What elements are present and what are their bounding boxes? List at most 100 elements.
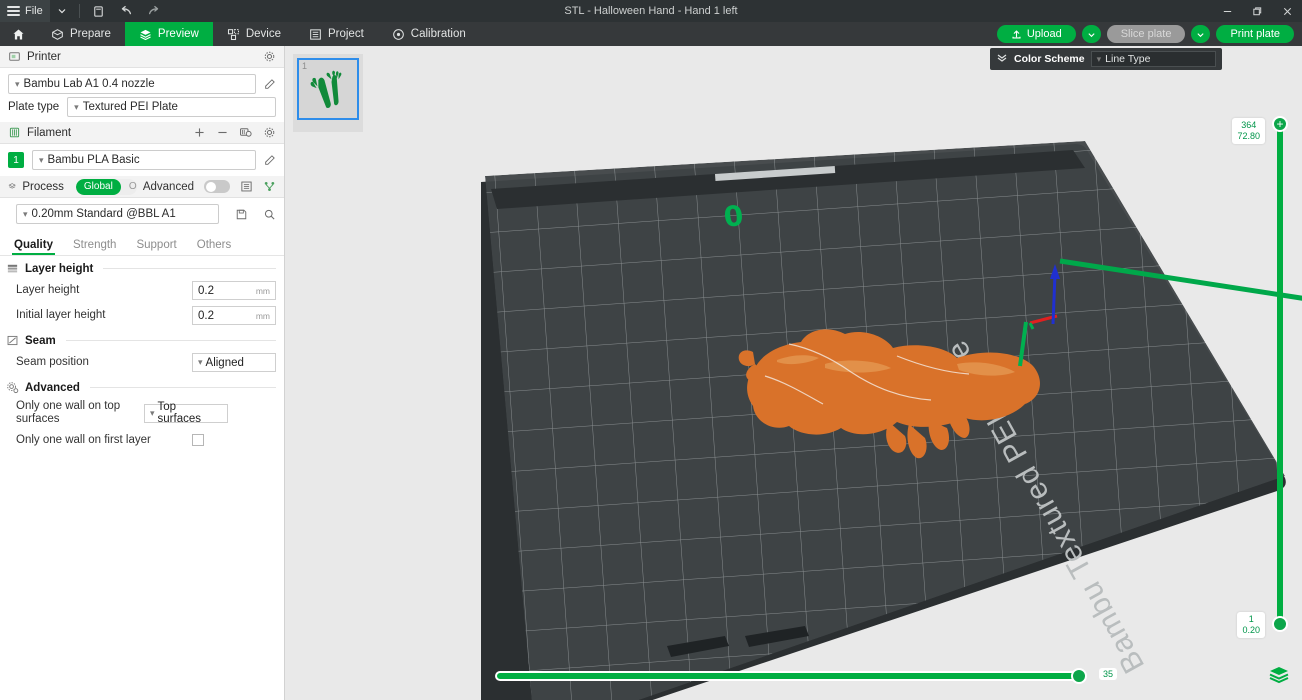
device-icon [227, 28, 240, 41]
tab-home[interactable] [0, 22, 37, 46]
process-tab-strength-label: Strength [73, 239, 116, 251]
plate-thumbnail-preview [299, 60, 357, 118]
plate-type-value: Textured PEI Plate [83, 101, 178, 113]
chevron-down-icon: ▾ [15, 80, 20, 89]
tab-project[interactable]: Project [295, 22, 378, 46]
filament-select[interactable]: ▾ Bambu PLA Basic [32, 150, 256, 170]
tab-device-label: Device [246, 28, 281, 40]
layer-height-icon [6, 262, 19, 275]
preset-list-button[interactable] [240, 180, 253, 193]
tab-prepare[interactable]: Prepare [37, 22, 125, 46]
group-divider [103, 268, 276, 269]
process-tabs: Quality Strength Support Others [0, 230, 284, 256]
setting-select-seam-position[interactable]: ▾ Aligned [192, 353, 276, 372]
print-plate-button[interactable]: Print plate [1216, 25, 1294, 43]
scope-objects-pill[interactable]: Objects [121, 179, 137, 195]
printer-icon [8, 50, 21, 63]
upload-label: Upload [1027, 28, 1062, 40]
moves-slider-track[interactable] [495, 671, 1085, 681]
printer-section-header: Printer [0, 46, 284, 68]
group-title-advanced: Advanced [25, 382, 80, 394]
filament-edit-button[interactable] [264, 154, 276, 166]
maximize-button[interactable] [1242, 0, 1272, 22]
tab-calibration[interactable]: Calibration [378, 22, 480, 46]
remove-filament-button[interactable] [216, 126, 229, 139]
advanced-label: Advanced [143, 181, 194, 193]
moves-slider-knob[interactable] [1071, 668, 1087, 684]
titlebar-dropdown-button[interactable] [50, 0, 74, 22]
color-scheme-select[interactable]: ▾ Line Type [1091, 51, 1216, 67]
layers-view-button[interactable] [1268, 665, 1290, 690]
slice-plate-button[interactable]: Slice plate [1107, 25, 1186, 43]
scope-global-pill[interactable]: Global [76, 179, 121, 195]
process-scope-toggle[interactable]: Global Objects [76, 179, 137, 195]
chevron-down-icon: ▾ [23, 210, 28, 219]
setting-label-layer-height: Layer height [16, 284, 192, 297]
edit-icon [264, 78, 276, 90]
close-button[interactable] [1272, 0, 1302, 22]
add-filament-button[interactable] [193, 126, 206, 139]
setting-select-one-wall-top-surfaces[interactable]: ▾ Top surfaces [144, 404, 228, 423]
new-project-button[interactable] [85, 0, 112, 22]
plate-thumbnail[interactable]: 1 [293, 54, 363, 132]
compare-presets-button[interactable] [263, 180, 276, 193]
search-icon [263, 208, 276, 221]
moves-slider[interactable]: 35 [495, 668, 1085, 684]
one-wall-top-surfaces-value: Top surfaces [158, 401, 222, 425]
tab-calibration-label: Calibration [411, 28, 466, 40]
tab-preview[interactable]: Preview [125, 22, 213, 46]
save-preset-button[interactable] [235, 208, 248, 221]
print-plate-dropdown[interactable] [1191, 25, 1210, 43]
filament-settings-button[interactable] [263, 126, 276, 139]
minimize-button[interactable] [1212, 0, 1242, 22]
layer-slider-track[interactable] [1277, 124, 1283, 624]
slice-plate-dropdown[interactable] [1082, 25, 1101, 43]
group-header-layer-height: Layer height [0, 256, 284, 278]
setting-label-seam-position: Seam position [16, 356, 192, 369]
printer-settings-button[interactable] [263, 50, 276, 63]
layer-height-unit: mm [256, 286, 270, 296]
plate-type-select[interactable]: ▾ Textured PEI Plate [67, 97, 276, 117]
minus-icon [216, 126, 229, 139]
filament-index-badge[interactable]: 1 [8, 152, 24, 168]
file-menu-button[interactable]: File [0, 0, 50, 22]
project-list-icon [309, 28, 322, 41]
process-tab-strength[interactable]: Strength [67, 239, 130, 255]
redo-button[interactable] [140, 0, 168, 22]
undo-button[interactable] [112, 0, 140, 22]
viewport-3d[interactable]: 0 Bambu Textured PEI Plate [285, 46, 1302, 700]
plate-thumbnail-number: 1 [302, 61, 307, 71]
chevron-down-icon [57, 6, 67, 16]
chevrons-icon[interactable] [996, 50, 1008, 68]
layer-slider-bottom-layer: 1 [1242, 614, 1260, 625]
process-preset-value: 0.20mm Standard @BBL A1 [32, 208, 176, 220]
process-tab-support[interactable]: Support [130, 239, 190, 255]
axis-z [1053, 274, 1055, 324]
undo-icon [119, 5, 133, 17]
layer-slider-lower-knob[interactable] [1272, 616, 1288, 632]
setting-label-one-wall-top-surfaces: Only one wall on top surfaces [16, 400, 144, 426]
toolbar-divider [79, 4, 80, 18]
tab-device[interactable]: Device [213, 22, 295, 46]
setting-checkbox-one-wall-first-layer[interactable] [192, 434, 204, 446]
setting-input-layer-height[interactable]: 0.2 mm [192, 281, 276, 300]
hamburger-icon [7, 4, 20, 18]
printer-model-select[interactable]: ▾ Bambu Lab A1 0.4 nozzle [8, 74, 256, 94]
advanced-toggle[interactable] [204, 180, 230, 193]
calibration-target-icon [392, 28, 405, 41]
process-tab-quality[interactable]: Quality [8, 239, 67, 255]
sync-filament-button[interactable] [239, 126, 253, 139]
setting-row-one-wall-first-layer: Only one wall on first layer [0, 429, 284, 451]
group-title-seam: Seam [25, 335, 56, 347]
printer-edit-button[interactable] [264, 78, 276, 90]
layer-slider[interactable]: 364 72.80 + 1 0.20 [1273, 124, 1287, 624]
chevron-down-icon: ▾ [74, 103, 79, 112]
process-preset-select[interactable]: ▾ 0.20mm Standard @BBL A1 [16, 204, 219, 224]
upload-button[interactable]: Upload [997, 25, 1076, 43]
chevron-down-icon [1196, 30, 1205, 39]
search-settings-button[interactable] [263, 208, 276, 221]
setting-input-initial-layer-height[interactable]: 0.2 mm [192, 306, 276, 325]
group-divider [90, 387, 276, 388]
layer-slider-upper-knob[interactable]: + [1272, 116, 1288, 132]
process-tab-others[interactable]: Others [191, 239, 246, 255]
